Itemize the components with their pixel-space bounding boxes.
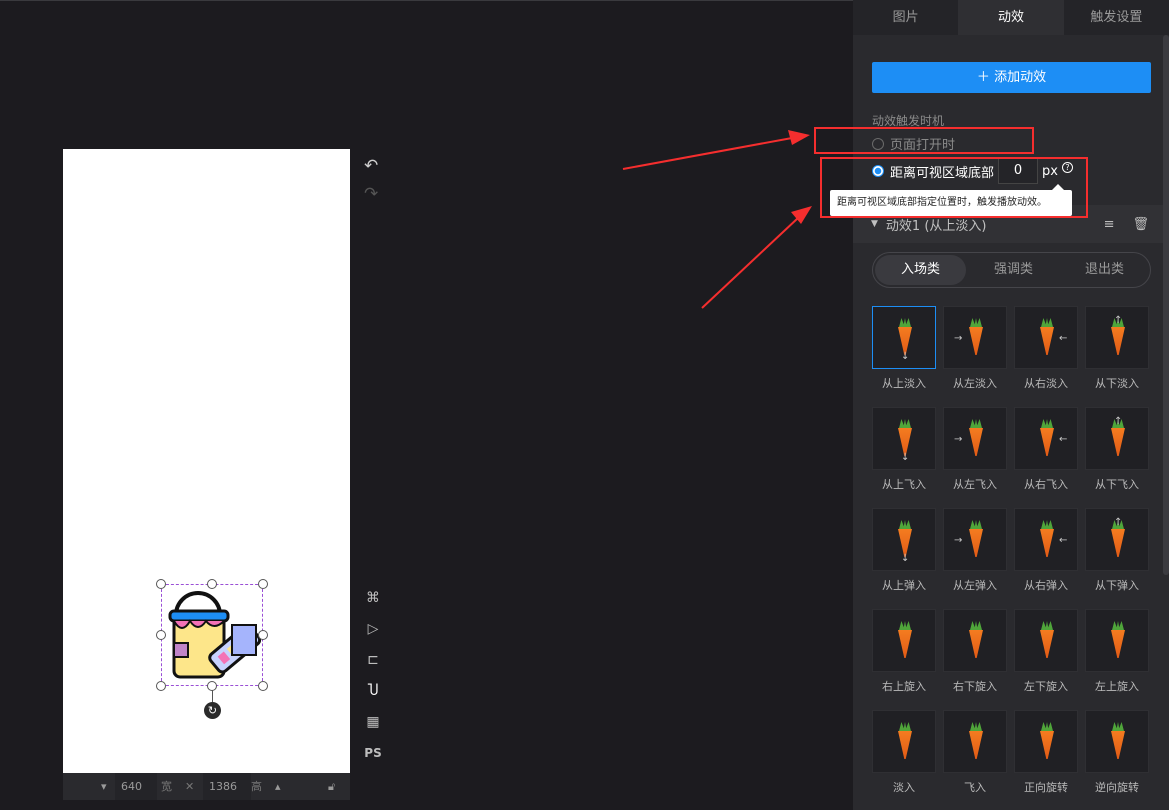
arrow-line [622, 137, 793, 170]
arrow-head [788, 130, 810, 145]
annotation-arrows [622, 130, 812, 309]
arrow-line [701, 217, 799, 309]
editor-app: ↻ ▾ 640 宽 ✕ 1386 高 ▴ 🔓︎ ↶ ↷ ⌘ ▷ ⊏ Ⴎ ▦ PS… [0, 0, 1169, 810]
